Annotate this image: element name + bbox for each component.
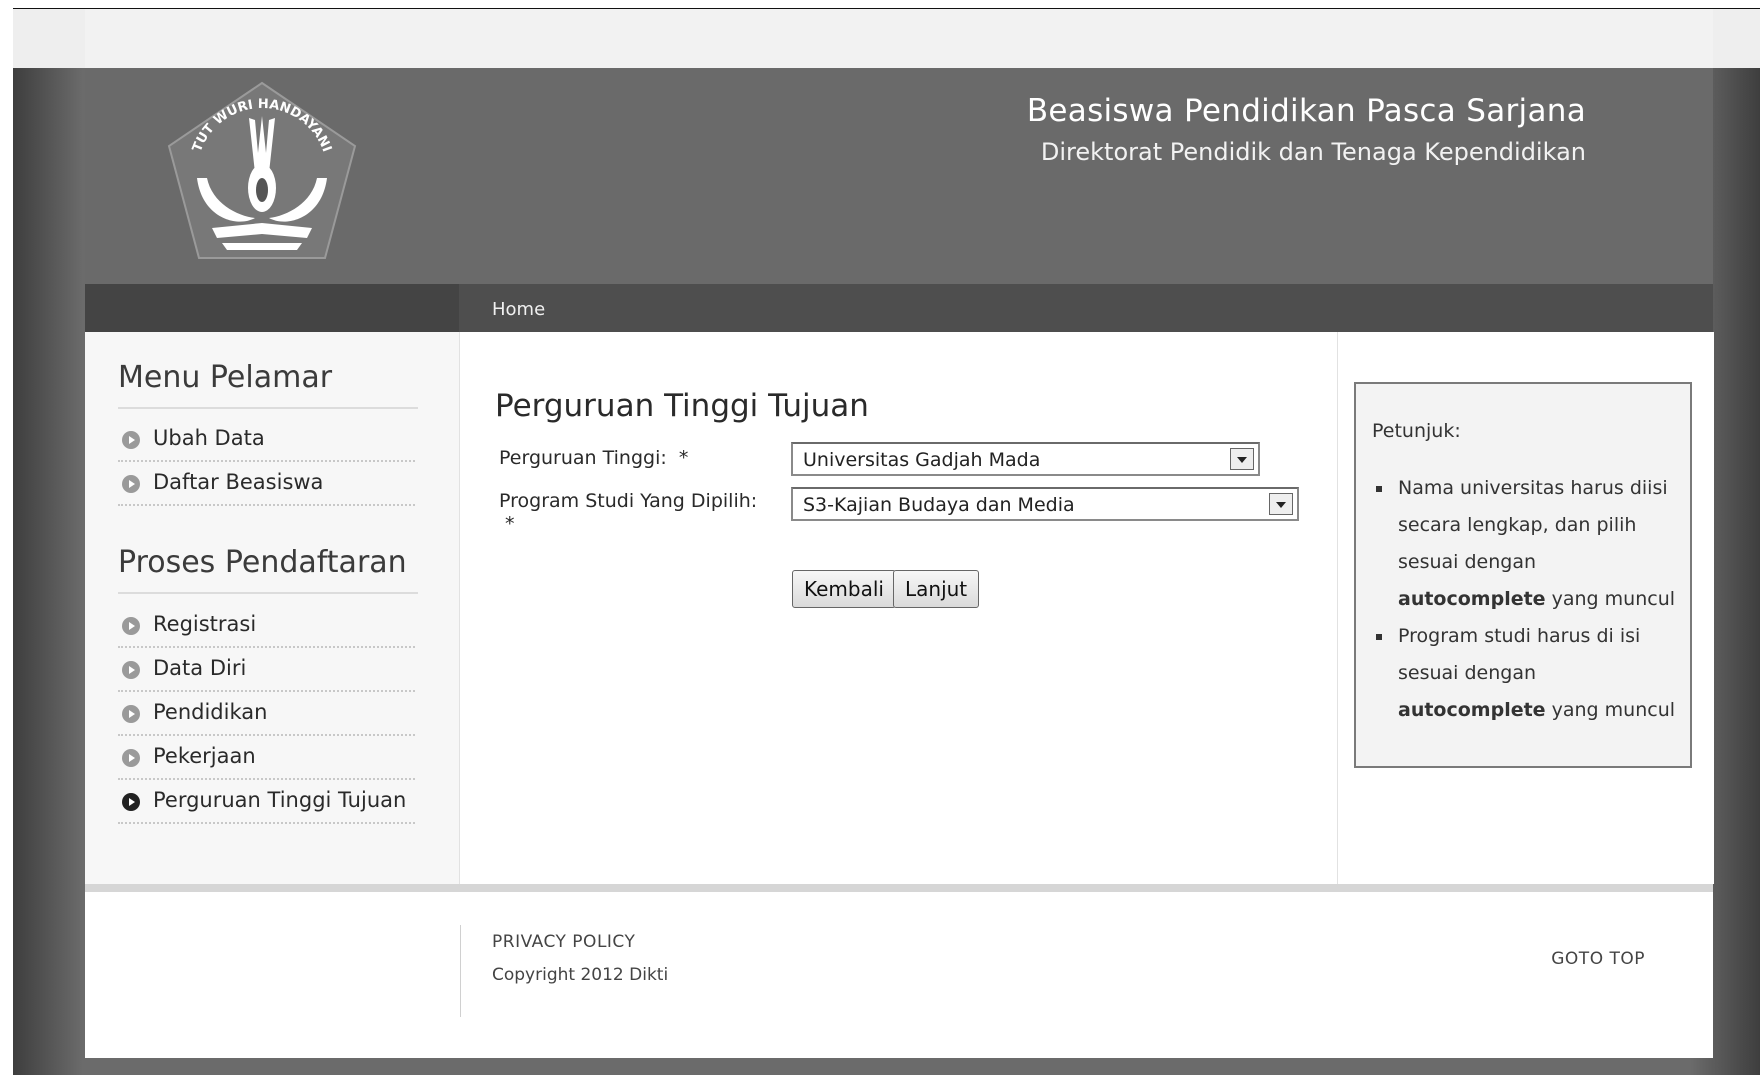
dropdown-arrow-icon[interactable] <box>1269 493 1293 515</box>
help-title: Petunjuk: <box>1372 420 1461 442</box>
sidebar-item-registrasi[interactable]: Registrasi <box>118 604 415 648</box>
nav-bar: Home <box>85 284 1713 332</box>
copyright-text: Copyright 2012 Dikti <box>492 965 669 985</box>
top-strip <box>13 9 1760 68</box>
site-header: TUT WURI HANDAYANI Beasiswa Pendidikan P… <box>85 68 1713 284</box>
sidebar-item-pekerjaan[interactable]: Pekerjaan <box>118 736 415 780</box>
arrow-bullet-icon <box>122 475 140 493</box>
arrow-bullet-icon <box>122 749 140 767</box>
sidebar: Menu Pelamar Ubah Data Daftar Beasiswa P… <box>85 332 460 884</box>
privacy-policy-link[interactable]: PRIVACY POLICY <box>492 932 635 952</box>
arrow-bullet-icon <box>122 617 140 635</box>
goto-top-link[interactable]: GOTO TOP <box>1551 949 1645 969</box>
sidebar-item-label: Data Diri <box>153 656 247 680</box>
footer-divider <box>460 925 461 1017</box>
arrow-bullet-icon <box>122 431 140 449</box>
main-panel: Perguruan Tinggi Tujuan Perguruan Tinggi… <box>460 332 1336 884</box>
sidebar-item-label: Registrasi <box>153 612 257 636</box>
site-footer: PRIVACY POLICY Copyright 2012 Dikti GOTO… <box>85 892 1713 1058</box>
sidebar-item-ubah-data[interactable]: Ubah Data <box>118 418 415 462</box>
sidebar-item-label: Pendidikan <box>153 700 268 724</box>
arrow-bullet-icon <box>122 705 140 723</box>
perguruan-tinggi-select[interactable]: Universitas Gadjah Mada <box>791 442 1260 476</box>
right-column: Petunjuk: Nama universitas harus diisi s… <box>1337 332 1714 884</box>
menu-pelamar-list: Ubah Data Daftar Beasiswa <box>118 418 415 506</box>
perguruan-tinggi-label: Perguruan Tinggi: * <box>499 447 689 469</box>
sidebar-item-daftar-beasiswa[interactable]: Daftar Beasiswa <box>118 462 415 506</box>
page-title: Perguruan Tinggi Tujuan <box>495 388 869 424</box>
program-studi-label: Program Studi Yang Dipilih: * <box>499 490 758 535</box>
arrow-bullet-icon <box>122 793 140 811</box>
perguruan-tinggi-value: Universitas Gadjah Mada <box>803 449 1041 471</box>
arrow-bullet-icon <box>122 661 140 679</box>
help-list: Nama universitas harus diisi secara leng… <box>1372 470 1677 729</box>
dropdown-arrow-icon[interactable] <box>1230 448 1254 470</box>
page-container: TUT WURI HANDAYANI Beasiswa Pendidikan P… <box>85 68 1714 1058</box>
kembali-button[interactable]: Kembali <box>792 570 896 608</box>
nav-home-link[interactable]: Home <box>492 299 545 320</box>
sidebar-item-perguruan-tinggi-tujuan[interactable]: Perguruan Tinggi Tujuan <box>118 780 415 824</box>
sidebar-item-label: Pekerjaan <box>153 744 256 768</box>
site-subtitle: Direktorat Pendidik dan Tenaga Kependidi… <box>1040 138 1586 166</box>
browser-viewport: TUT WURI HANDAYANI Beasiswa Pendidikan P… <box>13 8 1760 1075</box>
lanjut-button[interactable]: Lanjut <box>893 570 980 608</box>
sidebar-item-label: Daftar Beasiswa <box>153 470 324 494</box>
sidebar-item-label: Perguruan Tinggi Tujuan <box>153 788 407 812</box>
program-studi-select[interactable]: S3-Kajian Budaya dan Media <box>791 487 1299 521</box>
program-studi-value: S3-Kajian Budaya dan Media <box>803 494 1075 516</box>
sidebar-item-label: Ubah Data <box>153 426 265 450</box>
help-item: Nama universitas harus diisi secara leng… <box>1372 470 1677 618</box>
footer-separator <box>85 884 1713 892</box>
tut-wuri-handayani-logo-icon: TUT WURI HANDAYANI <box>167 81 357 259</box>
site-title: Beasiswa Pendidikan Pasca Sarjana <box>1026 93 1586 129</box>
sidebar-item-pendidikan[interactable]: Pendidikan <box>118 692 415 736</box>
content-area: Menu Pelamar Ubah Data Daftar Beasiswa P… <box>85 332 1714 884</box>
proses-pendaftaran-list: Registrasi Data Diri Pendidikan Pekerjaa… <box>118 604 415 824</box>
sidebar-item-data-diri[interactable]: Data Diri <box>118 648 415 692</box>
help-box: Petunjuk: Nama universitas harus diisi s… <box>1354 382 1692 768</box>
help-item: Program studi harus di isi sesuai dengan… <box>1372 618 1677 729</box>
proses-pendaftaran-heading: Proses Pendaftaran <box>118 545 418 594</box>
menu-pelamar-heading: Menu Pelamar <box>118 360 418 409</box>
